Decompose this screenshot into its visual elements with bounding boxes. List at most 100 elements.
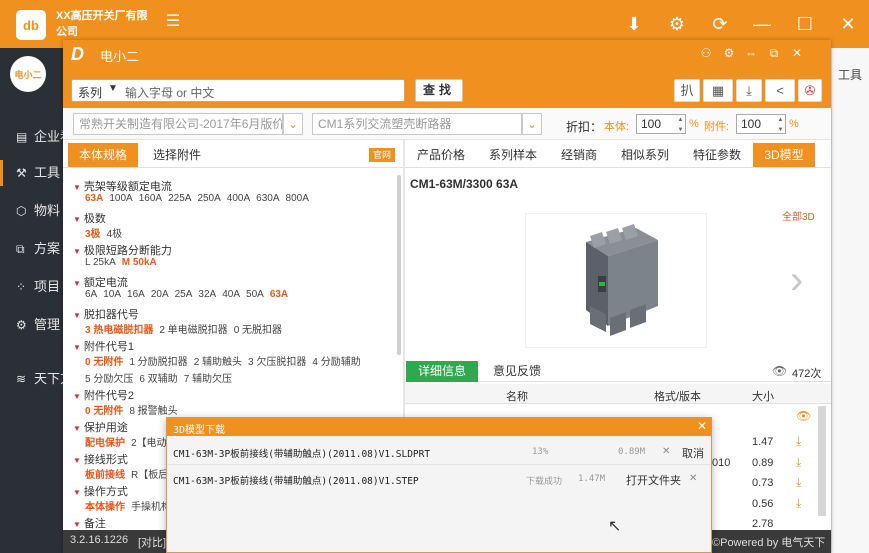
param-option[interactable]: 板前接线 xyxy=(85,470,125,481)
collapse-triangle-icon[interactable]: ▼ xyxy=(73,215,81,224)
tab-product-price[interactable]: 产品价格 xyxy=(408,143,474,167)
param-option[interactable]: 800A xyxy=(286,193,309,204)
param-option[interactable]: 400A xyxy=(227,193,250,204)
param-option[interactable]: L 25kA xyxy=(85,257,116,268)
param-option[interactable]: 手操机构 xyxy=(131,502,171,513)
tab-select-accessory[interactable]: 选择附件 xyxy=(142,143,212,167)
param-option[interactable]: 20A xyxy=(151,289,169,300)
param-option[interactable]: 50A xyxy=(246,289,264,300)
tab-series-sample[interactable]: 系列样本 xyxy=(480,143,546,167)
right-scrollbar[interactable] xyxy=(818,406,826,516)
param-option[interactable]: 配电保护 xyxy=(85,438,125,449)
settings-gear-icon[interactable]: ⚙ xyxy=(665,12,689,36)
compare-label[interactable]: [对比] xyxy=(138,534,166,550)
collapse-triangle-icon[interactable]: ▼ xyxy=(73,343,81,352)
param-option[interactable]: 2 辅助触头 xyxy=(194,357,242,368)
search-input[interactable] xyxy=(71,79,405,102)
sidebar-item-tools[interactable]: ⚒ 工具 xyxy=(0,160,63,186)
open-folder-button[interactable]: 打开文件夹 xyxy=(626,472,681,488)
restore-icon[interactable]: ⧉ xyxy=(765,44,783,62)
tab-detail-info[interactable]: 详细信息 xyxy=(406,361,478,382)
export-icon[interactable]: ⤓ xyxy=(736,79,762,102)
param-option[interactable]: 250A xyxy=(197,193,220,204)
collapse-triangle-icon[interactable]: ▼ xyxy=(73,392,81,401)
param-option[interactable]: 225A xyxy=(168,193,191,204)
tab-feedback[interactable]: 意见反馈 xyxy=(482,361,552,382)
search-button[interactable]: 查找 xyxy=(415,79,463,102)
collapse-triangle-icon[interactable]: ▼ xyxy=(73,183,81,192)
calculator-icon[interactable]: ▦ xyxy=(703,79,733,102)
param-option[interactable]: 100A xyxy=(109,193,132,204)
body-discount-stepper[interactable]: ▲ ▼ xyxy=(676,114,686,134)
param-option[interactable]: M 50kA xyxy=(122,257,157,268)
collapse-triangle-icon[interactable]: ▼ xyxy=(73,488,81,497)
support-icon[interactable]: ✇ xyxy=(798,79,822,102)
download-icon[interactable]: ⤓ xyxy=(796,475,801,490)
sidebar-item-projects[interactable]: ⁘ 项目 xyxy=(0,274,63,300)
remove-icon[interactable]: ✕ xyxy=(662,446,670,457)
collapse-triangle-icon[interactable]: ▼ xyxy=(73,456,81,465)
column-header-format[interactable]: 格式/版本 xyxy=(654,388,701,404)
tab-dealer[interactable]: 经销商 xyxy=(552,143,606,167)
param-option[interactable]: 2 单电磁脱扣器 xyxy=(159,325,227,336)
avatar[interactable]: 电小二 xyxy=(10,56,46,92)
download-icon[interactable]: ⤓ xyxy=(796,455,801,470)
settings-icon[interactable]: ⚙ xyxy=(720,44,738,62)
sidebar-item-tianxia[interactable]: ≋ 天下方 xyxy=(0,366,63,392)
param-option[interactable]: 630A xyxy=(256,193,279,204)
param-option[interactable]: 5 分励欠压 xyxy=(85,374,133,385)
param-option[interactable]: 本体操作 xyxy=(85,502,125,513)
share-icon[interactable]: < xyxy=(765,79,795,102)
sidebar-item-enterprise[interactable]: ▤ 企业看 xyxy=(0,124,63,150)
param-option[interactable]: 3 欠压脱扣器 xyxy=(248,357,306,368)
preview-eye-icon[interactable]: 👁 xyxy=(796,409,811,423)
param-option[interactable]: 40A xyxy=(222,289,240,300)
param-option[interactable]: 3 热电磁脱扣器 xyxy=(85,325,153,336)
search-placeholder[interactable]: 输入字母 or 中文 xyxy=(125,84,214,101)
column-header-size[interactable]: 大小 xyxy=(752,388,774,404)
dialog-close-icon[interactable]: ✕ xyxy=(695,419,709,433)
inner-close-icon[interactable]: ✕ xyxy=(788,44,806,62)
all-3d-link[interactable]: 全部3D xyxy=(782,208,815,223)
chevron-down-icon[interactable]: ⌄ xyxy=(522,113,542,135)
collapse-triangle-icon[interactable]: ▼ xyxy=(73,247,81,256)
close-button[interactable]: ✕ xyxy=(836,12,860,36)
sidebar-item-materials[interactable]: ⬡ 物料 xyxy=(0,198,63,224)
param-option[interactable]: 25A xyxy=(175,289,193,300)
grab-button[interactable]: 扒 xyxy=(674,79,700,102)
param-option[interactable]: 3极 xyxy=(85,229,101,240)
param-option[interactable]: 6 双辅助 xyxy=(139,374,177,385)
3d-model-viewer[interactable] xyxy=(525,213,707,348)
param-option[interactable]: 1 分励脱扣器 xyxy=(129,357,187,368)
param-option[interactable]: 16A xyxy=(127,289,145,300)
column-header-name[interactable]: 名称 xyxy=(506,388,528,404)
official-site-button[interactable]: 官网 xyxy=(369,148,395,162)
sidebar-item-schemes[interactable]: ⧉ 方案 xyxy=(0,236,63,262)
param-option[interactable]: 10A xyxy=(103,289,121,300)
collapse-triangle-icon[interactable]: ▼ xyxy=(73,520,81,529)
remove-icon[interactable]: ✕ xyxy=(689,473,697,484)
download-icon[interactable]: ⤓ xyxy=(796,434,801,449)
cancel-download-button[interactable]: 取消 xyxy=(682,445,704,461)
param-option[interactable]: 4 分励辅助 xyxy=(312,357,360,368)
param-option[interactable]: 0 无脱扣器 xyxy=(234,325,282,336)
dropdown-triangle-icon[interactable]: ▼ xyxy=(108,83,118,94)
tab-similar-series[interactable]: 相似系列 xyxy=(612,143,678,167)
tools-panel-label[interactable]: 工具 xyxy=(838,66,862,83)
left-scrollbar[interactable] xyxy=(397,175,401,355)
hamburger-menu-icon[interactable]: ☰ xyxy=(166,14,182,30)
param-option[interactable]: 2【电动 xyxy=(131,438,167,449)
collapse-triangle-icon[interactable]: ▼ xyxy=(73,311,81,320)
param-option[interactable]: 32A xyxy=(198,289,216,300)
search-type-select[interactable]: 系列 xyxy=(78,84,102,101)
catalog-select[interactable]: 常熟开关制造有限公司-2017年6月版价 xyxy=(73,113,283,135)
refresh-icon[interactable]: ⟳ xyxy=(708,12,732,36)
chevron-down-icon[interactable]: ⌄ xyxy=(283,113,303,135)
param-option[interactable]: 63A xyxy=(85,193,103,204)
minimize-button[interactable]: — xyxy=(750,12,774,36)
user-icon[interactable]: ⚇ xyxy=(697,44,715,62)
param-option[interactable]: R【板后 xyxy=(131,470,168,481)
pin-icon[interactable]: ⇔ xyxy=(742,44,760,62)
download-icon[interactable]: ⬇ xyxy=(622,12,646,36)
download-icon[interactable]: ⤓ xyxy=(796,496,801,511)
